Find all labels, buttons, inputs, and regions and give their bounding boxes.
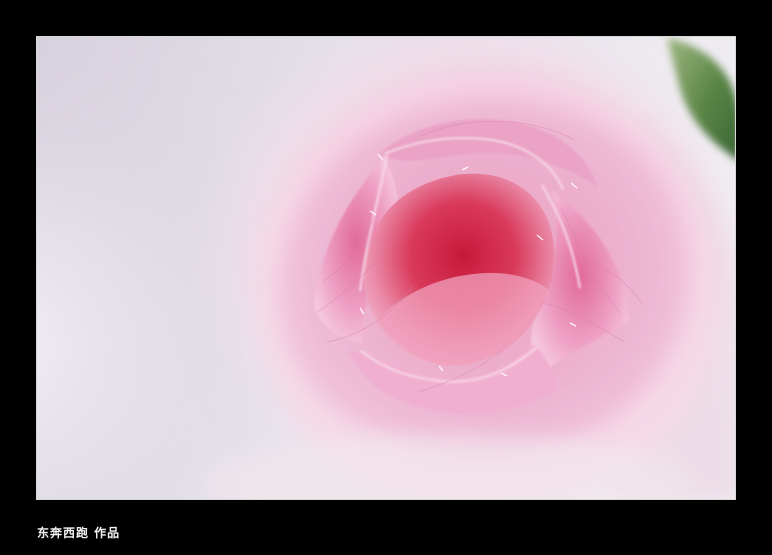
rose-photo [37, 37, 735, 499]
photo-frame [36, 36, 736, 500]
photo-caption: 东奔西跑 作品 [37, 526, 121, 540]
